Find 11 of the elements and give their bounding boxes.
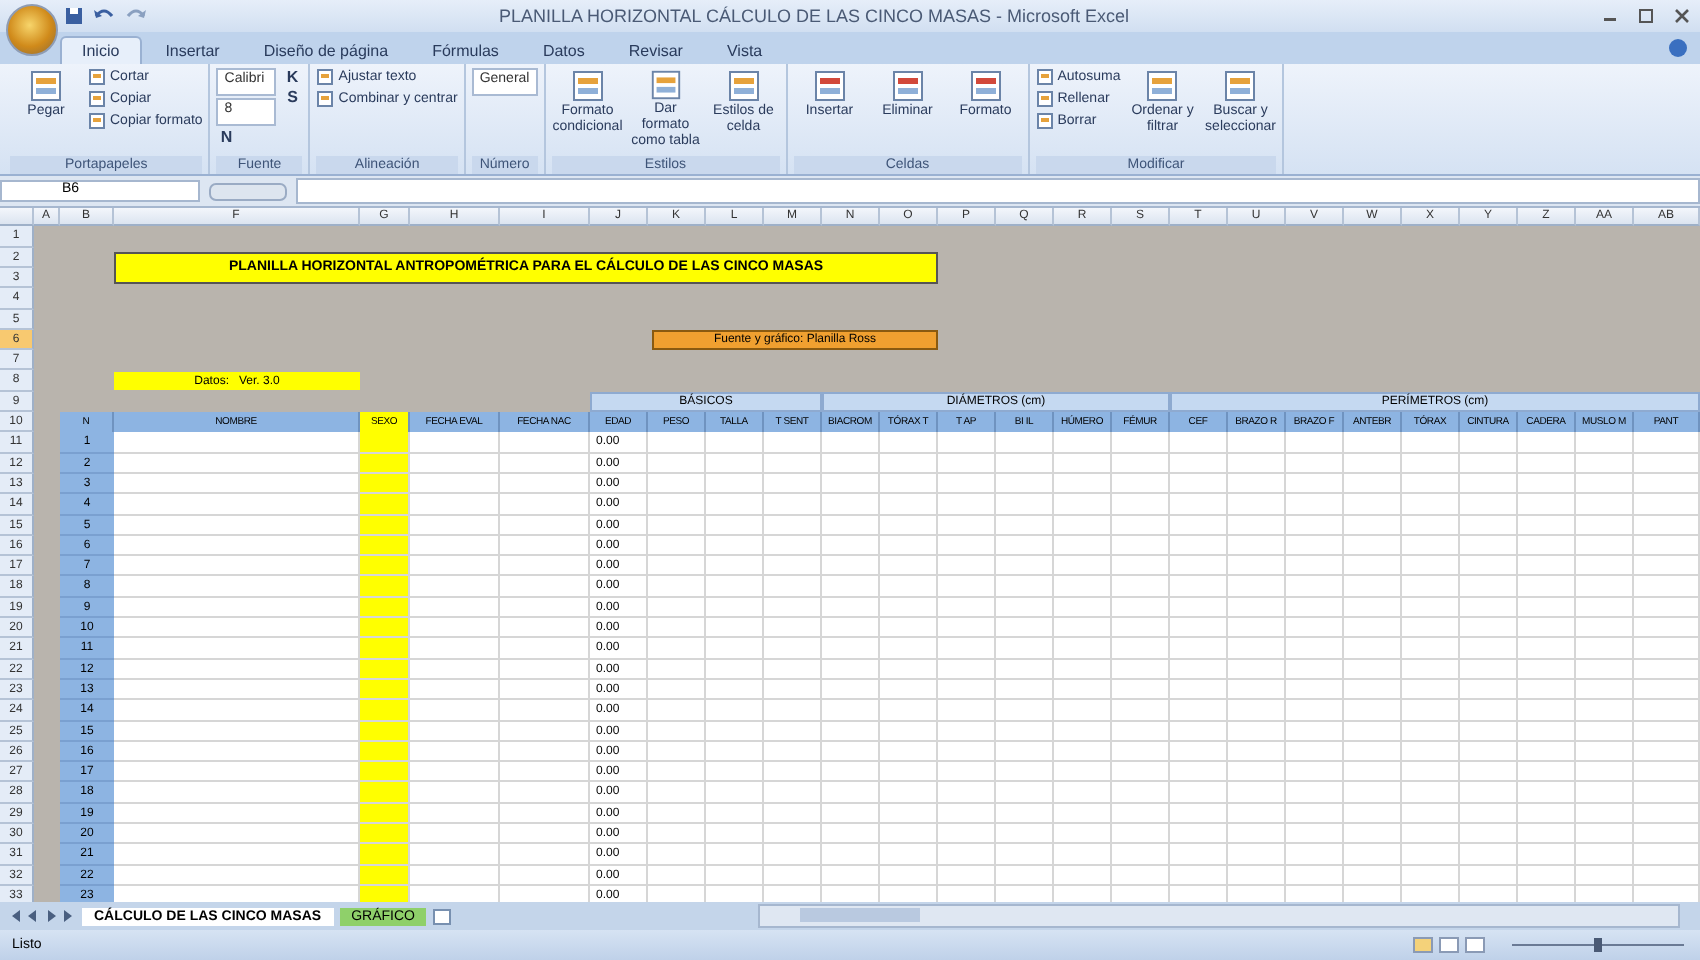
format-button[interactable]: N bbox=[216, 127, 237, 146]
window-title: PLANILLA HORIZONTAL CÁLCULO DE LAS CINCO MASAS - Microsoft Excel bbox=[496, 5, 1132, 26]
ribbon-tab[interactable]: Revisar bbox=[608, 37, 703, 64]
ribbon-tab[interactable]: Inicio bbox=[60, 35, 142, 64]
format-button[interactable]: K bbox=[282, 67, 303, 86]
format-button[interactable]: S bbox=[282, 87, 303, 106]
ribbon-tab[interactable]: Diseño de página bbox=[243, 37, 409, 64]
ribbon-tab[interactable]: Vista bbox=[706, 37, 783, 64]
ribbon-tab[interactable]: Fórmulas bbox=[412, 37, 519, 64]
ribbon-tab[interactable]: Datos bbox=[522, 37, 605, 64]
ribbon-tab[interactable]: Insertar bbox=[145, 37, 240, 64]
